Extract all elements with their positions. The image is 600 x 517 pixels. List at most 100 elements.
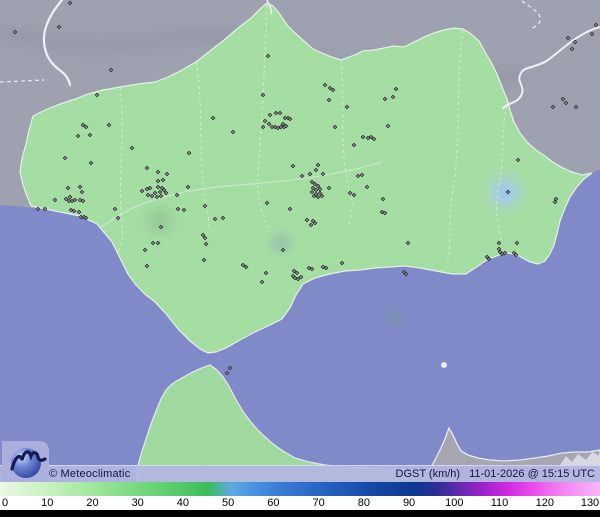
station-marker-center [204, 237, 206, 239]
station-marker-center [110, 69, 112, 71]
legend-tick: 80 [357, 497, 370, 509]
station-marker-center [362, 136, 364, 138]
station-marker-center [79, 186, 81, 188]
station-marker-center [301, 175, 303, 177]
station-marker-center [279, 112, 281, 114]
station-marker-center [226, 372, 228, 374]
station-marker-center [157, 171, 159, 173]
station-marker-center [166, 173, 168, 175]
station-marker-center [321, 195, 323, 197]
station-marker-center [54, 199, 56, 201]
station-marker-center [324, 84, 326, 86]
station-marker-center [85, 217, 87, 219]
meteoclimatic-logo-icon [0, 441, 49, 489]
station-marker-center [315, 189, 317, 191]
station-marker-center [146, 265, 148, 267]
station-marker-center [149, 187, 151, 189]
station-marker-center [159, 191, 161, 193]
station-marker-center [516, 242, 518, 244]
station-marker-center [555, 198, 557, 200]
station-marker-center [146, 188, 148, 190]
station-marker-center [387, 125, 389, 127]
station-marker-center [187, 186, 189, 188]
station-marker-center [232, 131, 234, 133]
station-marker-center [325, 267, 327, 269]
station-marker-center [151, 195, 153, 197]
legend-tick: 60 [267, 497, 280, 509]
station-marker-center [366, 186, 368, 188]
station-marker-center [183, 209, 185, 211]
timestamp: 11-01-2026 @ 15:15 UTC [469, 468, 595, 480]
station-marker-center [309, 173, 311, 175]
station-marker-center [160, 195, 162, 197]
station-marker-center [292, 275, 294, 277]
station-marker-center [117, 217, 119, 219]
station-marker-center [595, 24, 597, 26]
station-marker-center [332, 89, 334, 91]
station-marker-center [242, 264, 244, 266]
station-marker-center [498, 242, 500, 244]
station-marker-center [329, 87, 331, 89]
station-marker-center [346, 106, 348, 108]
station-marker-center [407, 242, 409, 244]
station-marker-center [565, 102, 567, 104]
station-marker-center [81, 191, 83, 193]
station-marker-center [37, 208, 39, 210]
station-marker-center [266, 202, 268, 204]
legend-tick: 50 [222, 497, 235, 509]
station-marker-center [574, 41, 576, 43]
station-marker-center [322, 266, 324, 268]
station-marker-center [367, 137, 369, 139]
station-marker-center [591, 33, 593, 35]
station-marker-center [498, 248, 500, 250]
station-marker-center [229, 367, 231, 369]
station-marker-center [67, 187, 69, 189]
station-marker-center [96, 94, 98, 96]
station-marker-center [89, 134, 91, 136]
station-marker-center [80, 216, 82, 218]
station-marker-center [319, 188, 321, 190]
station-marker-center [69, 2, 71, 4]
station-marker-center [114, 208, 116, 210]
station-marker-center [108, 124, 110, 126]
station-marker-center [297, 278, 299, 280]
station-marker-center [188, 152, 190, 154]
station-marker-center [395, 88, 397, 90]
station-marker-center [156, 196, 158, 198]
station-marker-center [131, 147, 133, 149]
legend-tick: 40 [176, 497, 190, 509]
station-marker-center [74, 199, 76, 201]
station-marker-center [73, 210, 75, 212]
station-marker-center [146, 167, 148, 169]
station-marker-center [357, 175, 359, 177]
station-marker-center [152, 242, 154, 244]
station-marker-center [311, 191, 313, 193]
station-marker-center [361, 174, 363, 176]
station-marker-center [486, 256, 488, 258]
station-marker-center [517, 159, 519, 161]
station-marker-center [328, 187, 330, 189]
station-marker-center [202, 234, 204, 236]
station-marker-center [64, 157, 66, 159]
station-marker-center [349, 192, 351, 194]
station-marker-center [275, 112, 277, 114]
station-marker-center [285, 125, 287, 127]
legend-tick: 90 [402, 497, 416, 509]
station-marker-center [313, 195, 315, 197]
station-marker-center [176, 194, 178, 196]
station-marker-center [165, 192, 167, 194]
station-marker-center [160, 226, 162, 228]
station-marker-center [261, 281, 263, 283]
station-marker-center [14, 31, 16, 33]
station-marker-center [282, 123, 284, 125]
station-marker-center [204, 205, 206, 207]
station-marker-center [79, 199, 81, 201]
station-marker-center [78, 211, 80, 213]
andalusia-gust-map [0, 0, 600, 517]
station-marker-center [562, 98, 564, 100]
station-marker-center [68, 200, 70, 202]
station-marker-center [328, 99, 330, 101]
station-marker-center [306, 219, 308, 221]
station-marker-center [69, 196, 71, 198]
station-marker-center [294, 277, 296, 279]
